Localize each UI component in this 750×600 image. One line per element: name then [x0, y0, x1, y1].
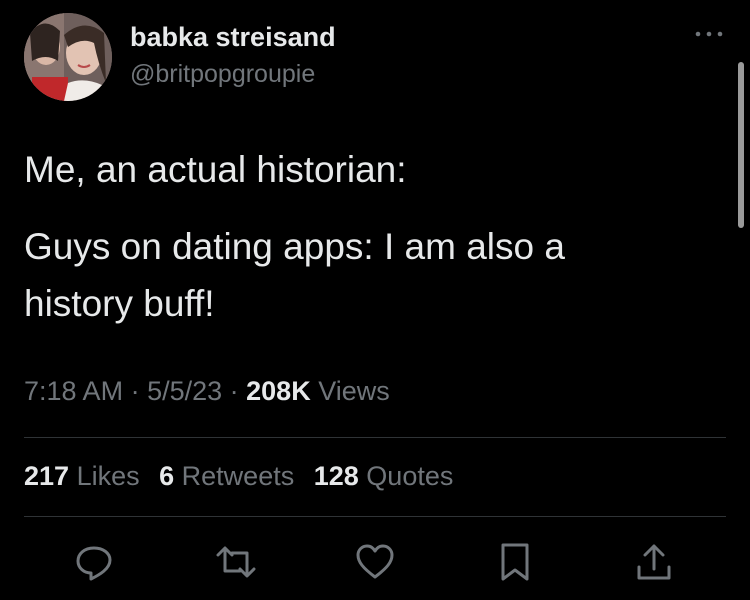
like-button[interactable] — [353, 540, 397, 584]
engagement-stats: 217 Likes 6 Retweets 128 Quotes — [24, 461, 465, 492]
tweet-text-line-3: history buff! — [24, 283, 215, 324]
meta-separator: · — [222, 376, 247, 406]
retweet-button[interactable] — [214, 540, 258, 584]
heart-icon — [356, 544, 394, 579]
retweets-stat[interactable]: 6 Retweets — [159, 461, 294, 491]
divider — [24, 437, 726, 438]
tweet-text-line-2: Guys on dating apps: I am also a — [24, 226, 565, 267]
share-icon — [637, 544, 671, 580]
meta-separator: · — [123, 376, 148, 406]
tweet-meta: 7:18 AM · 5/5/23 · 208K Views — [24, 376, 390, 407]
reply-button[interactable] — [72, 540, 116, 584]
quotes-label: Quotes — [358, 461, 454, 491]
tweet-text-line-1: Me, an actual historian: — [24, 149, 407, 190]
quotes-count: 128 — [313, 461, 359, 491]
tweet-time[interactable]: 7:18 AM — [24, 376, 123, 406]
likes-count: 217 — [24, 461, 70, 491]
retweets-label: Retweets — [174, 461, 295, 491]
username-handle[interactable]: @britpopgroupie — [130, 60, 315, 89]
bookmark-button[interactable] — [493, 540, 537, 584]
retweets-count: 6 — [159, 461, 175, 491]
likes-label: Likes — [69, 461, 140, 491]
views-count: 208K — [246, 376, 311, 406]
tweet-date[interactable]: 5/5/23 — [147, 376, 222, 406]
quotes-stat[interactable]: 128 Quotes — [314, 461, 454, 491]
views-label: Views — [310, 376, 390, 406]
more-options-button[interactable] — [692, 24, 726, 44]
divider — [24, 516, 726, 517]
likes-stat[interactable]: 217 Likes — [24, 461, 140, 491]
avatar[interactable] — [24, 13, 112, 101]
reply-icon — [76, 546, 112, 581]
display-name[interactable]: babka streisand — [130, 22, 336, 53]
scrollbar[interactable] — [738, 62, 744, 228]
more-icon — [695, 31, 723, 37]
bookmark-icon — [501, 543, 529, 581]
retweet-icon — [216, 546, 256, 578]
share-button[interactable] — [632, 540, 676, 584]
